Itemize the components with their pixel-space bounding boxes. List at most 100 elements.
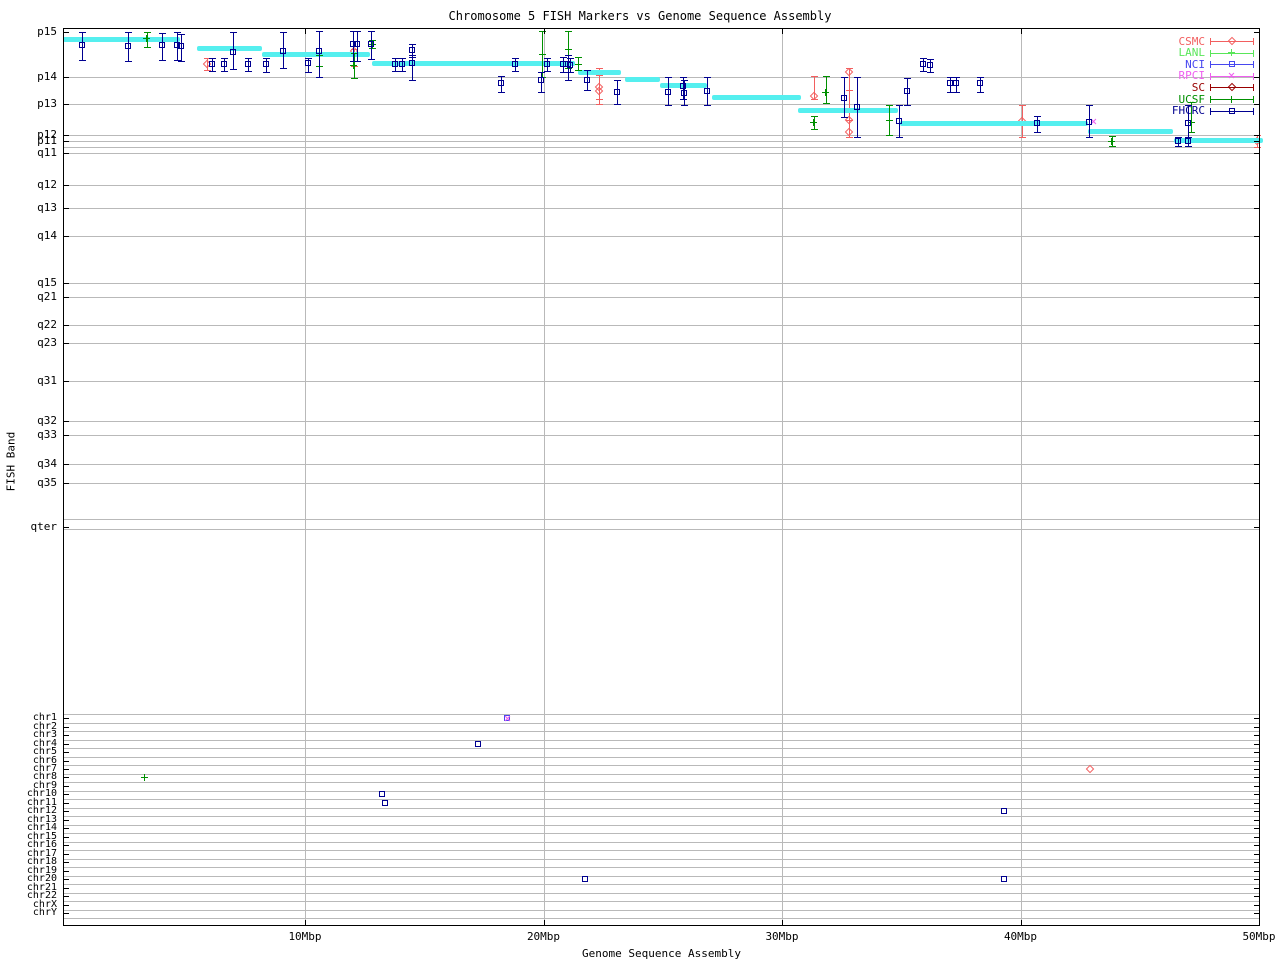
y-tick — [1254, 888, 1260, 889]
x-tick — [782, 920, 783, 926]
legend-label-lanl: LANL — [1115, 47, 1205, 58]
y-tick — [63, 871, 69, 872]
y-tick — [1254, 744, 1260, 745]
y-tick — [1254, 718, 1260, 719]
y-tick — [1254, 794, 1260, 795]
legend-sample-cap — [1210, 50, 1211, 57]
band-label: p15 — [0, 27, 57, 37]
band-label: q14 — [0, 231, 57, 241]
chr-label: chrY — [0, 909, 57, 917]
legend-sample-cap — [1253, 84, 1254, 91]
legend-sample-cap — [1210, 84, 1211, 91]
y-tick — [63, 777, 69, 778]
fish-map-chart: Chromosome 5 FISH Markers vs Genome Sequ… — [0, 0, 1280, 960]
y-tick — [63, 141, 69, 142]
y-tick — [63, 862, 69, 863]
x-tick-label: 20Mbp — [514, 931, 574, 943]
y-tick — [63, 464, 69, 465]
y-tick — [63, 820, 69, 821]
legend-sample-cap — [1210, 96, 1211, 103]
band-label: q12 — [0, 180, 57, 190]
y-tick — [63, 343, 69, 344]
y-tick — [1254, 811, 1260, 812]
x-tick — [544, 920, 545, 926]
y-tick — [63, 879, 69, 880]
legend-sample-cap — [1253, 108, 1254, 115]
y-tick — [63, 811, 69, 812]
y-tick — [1254, 435, 1260, 436]
y-tick — [1254, 735, 1260, 736]
band-label: q22 — [0, 320, 57, 330]
y-tick — [63, 913, 69, 914]
y-tick — [63, 837, 69, 838]
y-tick — [1254, 777, 1260, 778]
y-tick — [1254, 786, 1260, 787]
plot-border — [63, 28, 1260, 926]
y-tick — [1254, 141, 1260, 142]
legend-sample-cap — [1210, 108, 1211, 115]
legend-label-fhcrc: FHCRC — [1115, 105, 1205, 116]
y-tick — [1254, 769, 1260, 770]
y-tick — [63, 735, 69, 736]
band-label: q34 — [0, 459, 57, 469]
y-tick — [1254, 135, 1260, 136]
x-tick-label: 40Mbp — [991, 931, 1051, 943]
y-tick — [1254, 77, 1260, 78]
y-tick — [63, 888, 69, 889]
y-tick — [1254, 871, 1260, 872]
x-tick-label: 10Mbp — [275, 931, 335, 943]
y-tick — [63, 769, 69, 770]
legend-marker-ucsf — [1228, 96, 1235, 103]
y-tick — [1254, 820, 1260, 821]
legend-sample-cap — [1253, 38, 1254, 45]
x-tick — [1021, 28, 1022, 34]
legend-marker-nci — [1229, 61, 1235, 67]
y-tick — [63, 527, 69, 528]
y-tick — [1254, 527, 1260, 528]
band-label: q33 — [0, 430, 57, 440]
x-tick — [305, 28, 306, 34]
legend-sample-cap — [1210, 61, 1211, 68]
x-tick — [544, 28, 545, 34]
y-tick — [1254, 381, 1260, 382]
band-label: q23 — [0, 338, 57, 348]
legend-sample-cap — [1253, 73, 1254, 80]
legend-sample-cap — [1253, 50, 1254, 57]
legend-sample-cap — [1253, 96, 1254, 103]
x-tick — [782, 28, 783, 34]
band-label: q32 — [0, 416, 57, 426]
legend-sample-cap — [1210, 73, 1211, 80]
y-tick — [1254, 727, 1260, 728]
band-label: q35 — [0, 478, 57, 488]
band-label: p11 — [0, 136, 57, 146]
y-tick — [63, 854, 69, 855]
y-tick — [63, 761, 69, 762]
band-label: q13 — [0, 203, 57, 213]
band-label: q11 — [0, 148, 57, 158]
y-tick — [1254, 185, 1260, 186]
y-tick — [63, 32, 69, 33]
y-tick — [1254, 153, 1260, 154]
y-tick — [63, 153, 69, 154]
band-label: p13 — [0, 99, 57, 109]
x-tick-label: 30Mbp — [752, 931, 812, 943]
x-tick — [1021, 920, 1022, 926]
y-tick — [1254, 236, 1260, 237]
legend-label-nci: NCI — [1115, 59, 1205, 70]
y-tick — [1254, 483, 1260, 484]
y-tick — [1254, 752, 1260, 753]
y-tick — [1254, 828, 1260, 829]
y-tick — [63, 845, 69, 846]
band-label: qter — [0, 522, 57, 532]
y-tick — [63, 421, 69, 422]
y-tick — [1254, 761, 1260, 762]
y-tick — [63, 208, 69, 209]
y-tick — [63, 297, 69, 298]
y-tick — [1254, 464, 1260, 465]
x-tick-label: 50Mbp — [1229, 931, 1280, 943]
band-label: q21 — [0, 292, 57, 302]
legend-sample-cap — [1210, 38, 1211, 45]
y-tick — [63, 727, 69, 728]
y-tick — [63, 325, 69, 326]
y-tick — [1254, 803, 1260, 804]
